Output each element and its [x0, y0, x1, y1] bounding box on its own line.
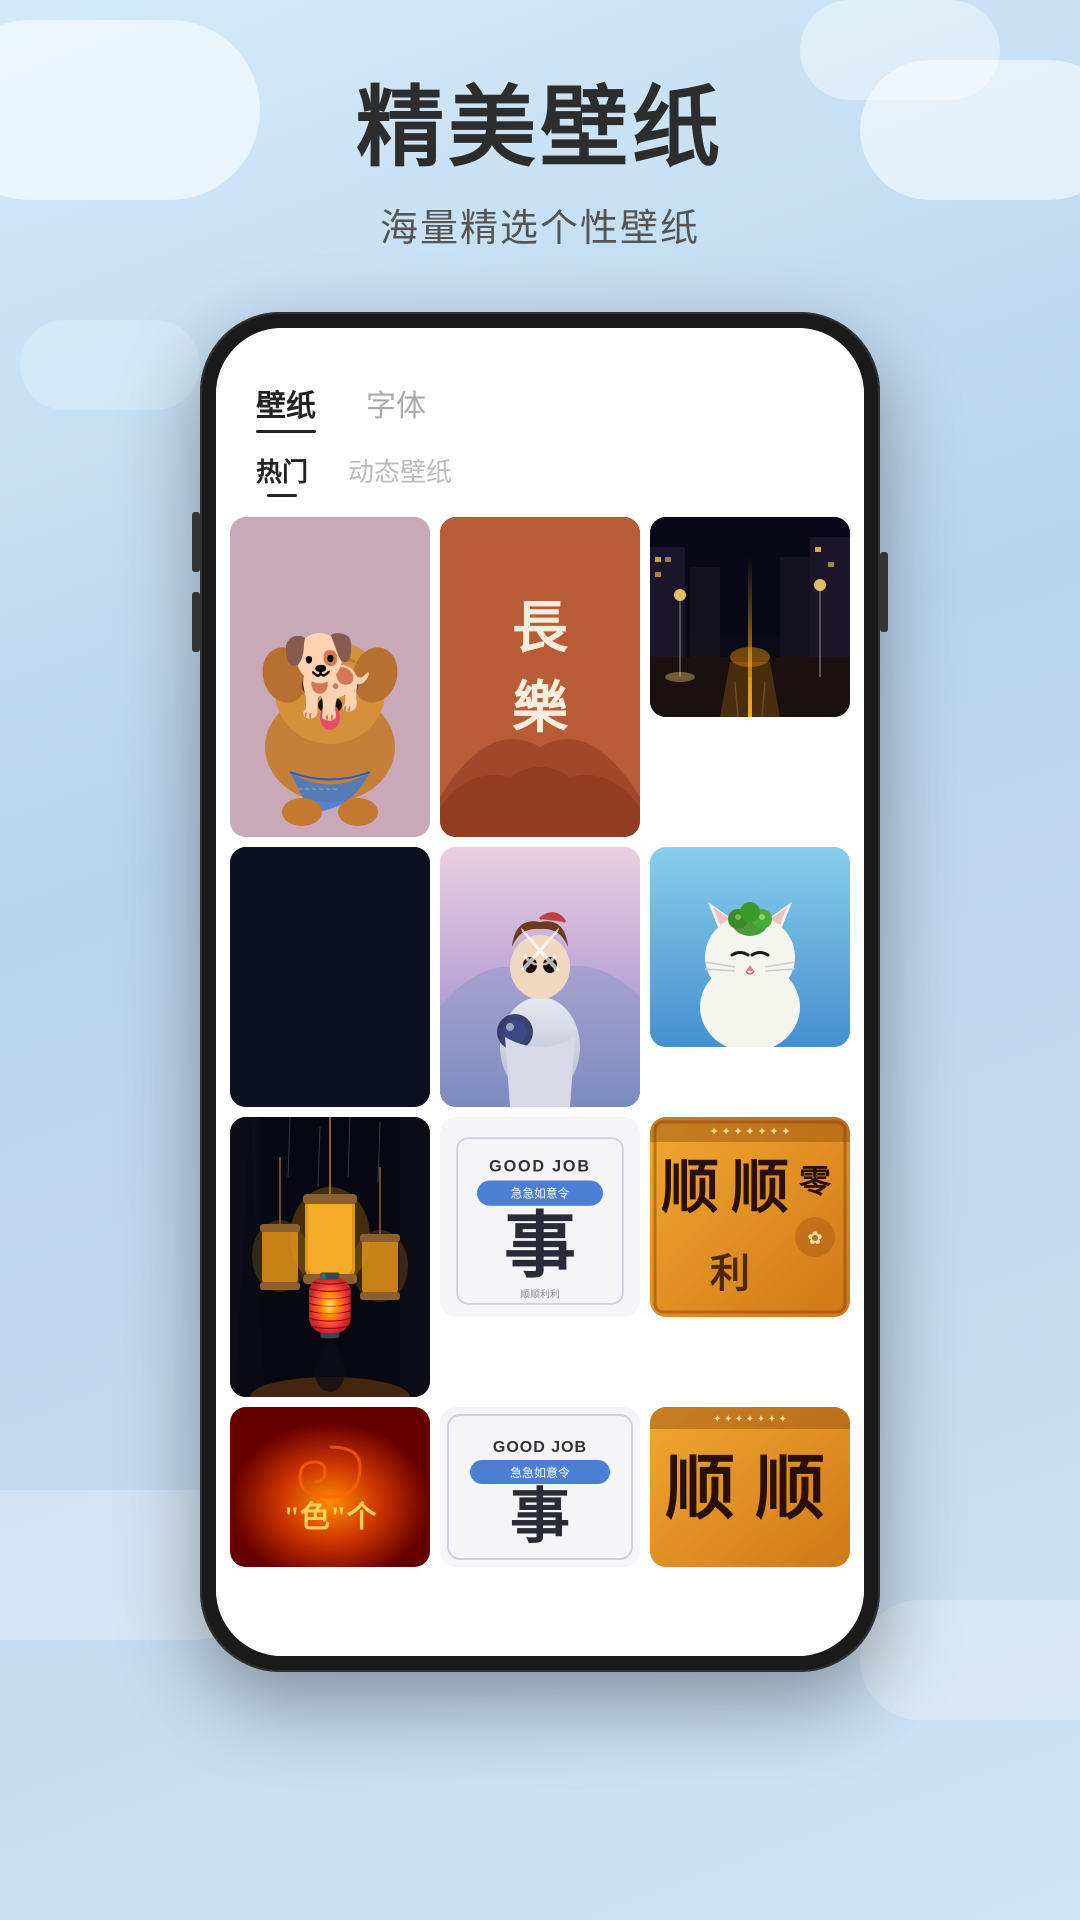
wallpaper-cat[interactable]: [650, 847, 850, 1047]
wallpaper-fire[interactable]: "色"个: [230, 1407, 430, 1567]
goodjob2-wallpaper-image: GOOD JOB 急急如意令 事: [440, 1407, 640, 1567]
svg-text:顺: 顺: [755, 1451, 825, 1528]
wallpaper-anime[interactable]: [440, 847, 640, 1107]
lantern-wallpaper-image: [230, 1117, 430, 1397]
street-wallpaper-image: [650, 517, 850, 717]
wallpaper-goodjob-partial[interactable]: GOOD JOB 急急如意令 事: [440, 1407, 640, 1567]
svg-text:"色"个: "色"个: [283, 1501, 377, 1534]
page-content: 精美壁纸 海量精选个性壁纸 壁纸 字体 热门: [0, 0, 1080, 1672]
wallpaper-dog[interactable]: ~ ~ ~ ~ ~ ~: [230, 517, 430, 837]
wallpaper-goodjob[interactable]: GOOD JOB 急急如意令 事 顺顺利利: [440, 1117, 640, 1317]
svg-text:✿: ✿: [807, 1228, 822, 1248]
svg-text:顺: 顺: [665, 1451, 735, 1528]
svg-text:✦ ✦ ✦ ✦ ✦ ✦ ✦: ✦ ✦ ✦ ✦ ✦ ✦ ✦: [709, 1126, 790, 1138]
phone-mockup: 壁纸 字体 热门 动态壁纸: [200, 312, 880, 1672]
chinese-text-wallpaper-image: 長 樂: [440, 517, 640, 837]
svg-text:顺: 顺: [731, 1155, 789, 1220]
sub-tab-bar[interactable]: 热门 动态壁纸: [216, 442, 864, 517]
wallpaper-chinese3-partial[interactable]: ✦ ✦ ✦ ✦ ✦ ✦ ✦ 顺 顺: [650, 1407, 850, 1567]
svg-text:✦ ✦ ✦ ✦ ✦ ✦ ✦: ✦ ✦ ✦ ✦ ✦ ✦ ✦: [713, 1414, 787, 1425]
sub-tab-hot[interactable]: 热门: [256, 452, 308, 497]
dog-wallpaper-image: ~ ~ ~ ~ ~ ~: [230, 517, 430, 837]
wallpaper-street[interactable]: [650, 517, 850, 717]
phone-screen: 壁纸 字体 热门 动态壁纸: [216, 328, 864, 1656]
svg-text:長: 長: [512, 598, 569, 660]
wallpaper-grid: ~ ~ ~ ~ ~ ~: [216, 517, 864, 1567]
main-title: 精美壁纸: [356, 80, 724, 177]
chinese3-wallpaper-image: ✦ ✦ ✦ ✦ ✦ ✦ ✦ 顺 顺: [650, 1407, 850, 1567]
svg-text:事: 事: [504, 1206, 576, 1286]
svg-text:顺: 顺: [661, 1155, 719, 1220]
fire-wallpaper-image: "色"个: [230, 1407, 430, 1567]
wallpaper-lantern-row2[interactable]: [230, 847, 430, 1107]
tab-wallpaper[interactable]: 壁纸: [256, 381, 316, 433]
svg-text:樂: 樂: [512, 678, 569, 740]
wallpaper-chinese-text[interactable]: 長 樂: [440, 517, 640, 837]
volume-up-button: [192, 512, 200, 572]
svg-text:~ ~ ~ ~ ~ ~: ~ ~ ~ ~ ~ ~: [298, 785, 337, 794]
cat-wallpaper-image: [650, 847, 850, 1047]
phone-outer: 壁纸 字体 热门 动态壁纸: [200, 312, 880, 1672]
wallpaper-lantern[interactable]: [230, 1117, 430, 1397]
svg-text:急急如意令: 急急如意令: [511, 1186, 570, 1200]
sub-title: 海量精选个性壁纸: [380, 197, 700, 252]
svg-text:顺顺利利: 顺顺利利: [520, 1288, 560, 1300]
power-button: [880, 552, 888, 632]
chinese2-wallpaper-image: ✦ ✦ ✦ ✦ ✦ ✦ ✦ 顺 顺 零 ✿: [650, 1117, 850, 1317]
tab-font[interactable]: 字体: [366, 381, 426, 433]
anime-wallpaper-image: [440, 847, 640, 1107]
wallpaper-chinese2[interactable]: ✦ ✦ ✦ ✦ ✦ ✦ ✦ 顺 顺 零 ✿: [650, 1117, 850, 1317]
svg-text:GOOD JOB: GOOD JOB: [489, 1157, 591, 1175]
goodjob-wallpaper-image: GOOD JOB 急急如意令 事 顺顺利利: [440, 1117, 640, 1317]
main-tab-bar[interactable]: 壁纸 字体: [216, 372, 864, 442]
volume-down-button: [192, 592, 200, 652]
status-bar: [216, 328, 864, 372]
svg-text:GOOD JOB: GOOD JOB: [493, 1439, 587, 1456]
svg-text:事: 事: [510, 1484, 570, 1550]
svg-text:零: 零: [799, 1163, 832, 1199]
svg-text:急急如意令: 急急如意令: [510, 1465, 570, 1480]
svg-text:利: 利: [710, 1251, 750, 1296]
app-screen: 壁纸 字体 热门 动态壁纸: [216, 328, 864, 1656]
sub-tab-dynamic[interactable]: 动态壁纸: [348, 452, 452, 497]
